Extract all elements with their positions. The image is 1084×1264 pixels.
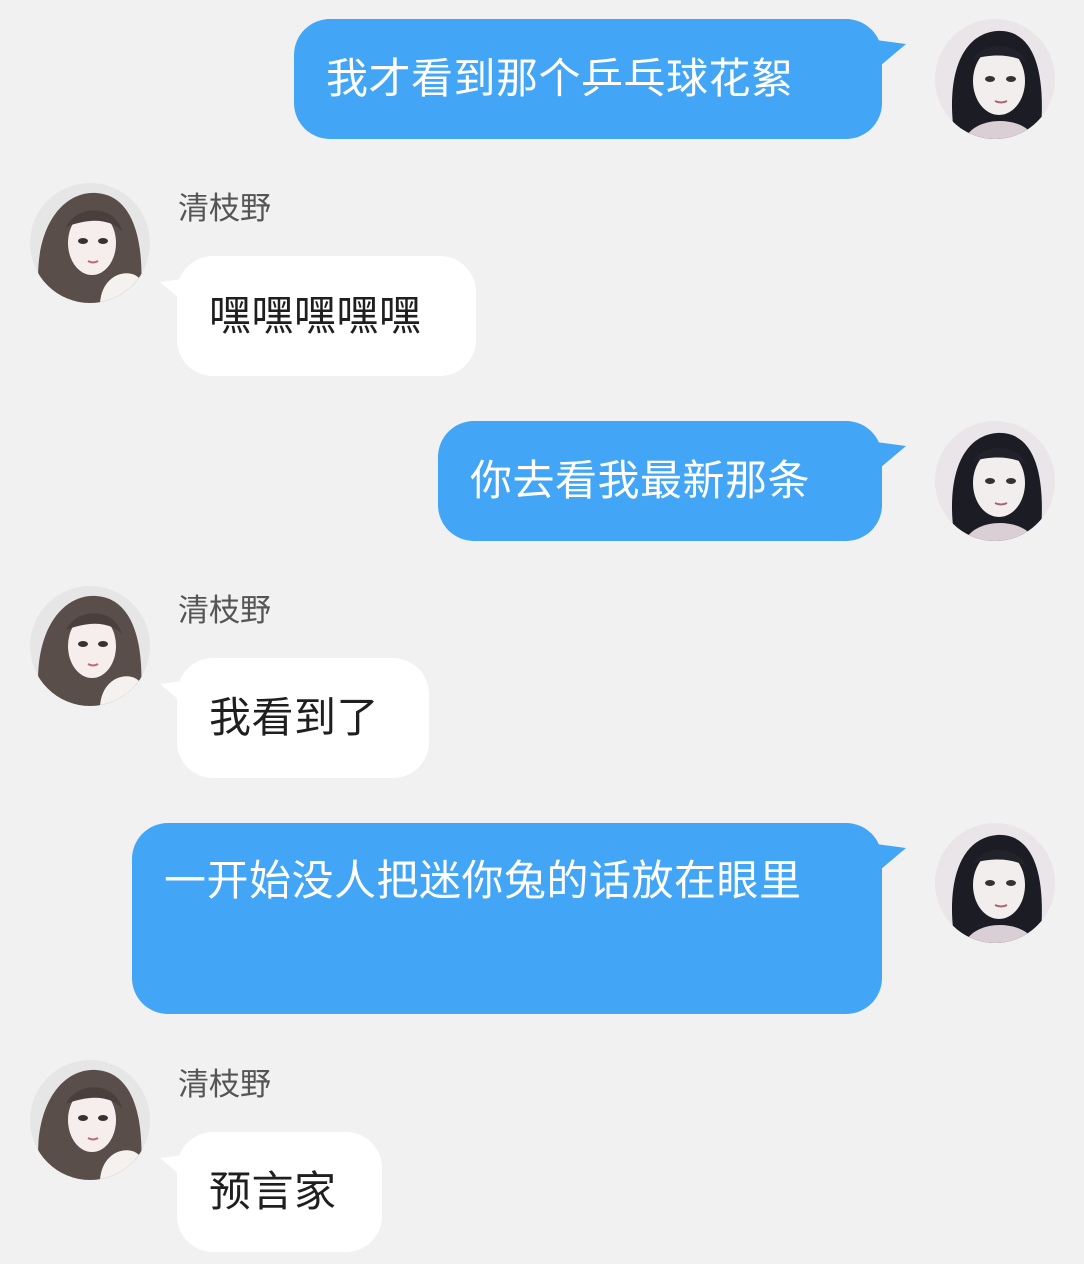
message-text: 预言家 — [209, 1167, 337, 1216]
incoming-message-bubble[interactable]: 预言家 — [177, 1132, 382, 1252]
message-text: 你去看我最新那条 — [470, 456, 811, 505]
bubble-tail — [876, 442, 906, 468]
message-text: 嘿嘿嘿嘿嘿 — [209, 291, 422, 340]
outgoing-message-bubble[interactable]: 一开始没人把迷你兔的话放在眼里 — [132, 823, 882, 1014]
contact-avatar[interactable] — [30, 1060, 150, 1180]
self-avatar[interactable] — [935, 19, 1055, 139]
outgoing-message-bubble[interactable]: 你去看我最新那条 — [438, 421, 882, 541]
self-avatar[interactable] — [935, 421, 1055, 541]
self-avatar[interactable] — [935, 823, 1055, 943]
incoming-message-bubble[interactable]: 我看到了 — [177, 658, 429, 778]
bubble-tail — [876, 40, 906, 66]
contact-avatar[interactable] — [30, 183, 150, 303]
message-text: 我看到了 — [209, 693, 380, 742]
bubble-tail — [876, 844, 906, 870]
outgoing-message-bubble[interactable]: 我才看到那个乒乓球花絮 — [294, 19, 882, 139]
message-text: 一开始没人把迷你兔的话放在眼里 — [164, 856, 802, 905]
sender-name: 清枝野 — [178, 1067, 271, 1103]
chat-thread: 我才看到那个乒乓球花絮 清枝野 嘿嘿嘿嘿嘿 你去看我最新那条 清枝野 我看到了 … — [0, 0, 1084, 1264]
sender-name: 清枝野 — [178, 191, 271, 227]
message-text: 我才看到那个乒乓球花絮 — [326, 54, 794, 103]
contact-avatar[interactable] — [30, 586, 150, 706]
incoming-message-bubble[interactable]: 嘿嘿嘿嘿嘿 — [177, 256, 476, 376]
sender-name: 清枝野 — [178, 593, 271, 629]
